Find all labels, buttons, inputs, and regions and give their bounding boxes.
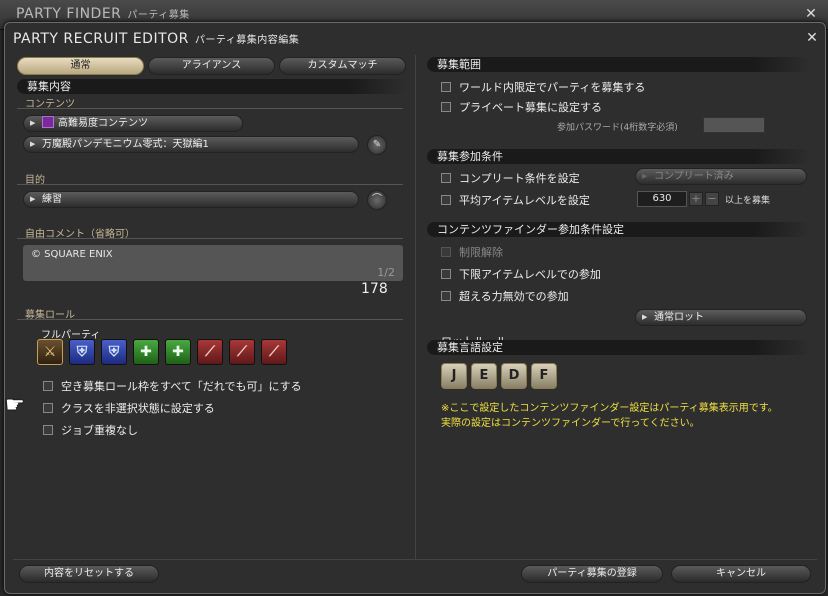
hand-pointer-icon: ☛ [5, 393, 25, 418]
ilvl-suffix: 以上を募集 [725, 196, 771, 206]
option-label: ワールド内限定でパーティを募集する [459, 81, 646, 94]
dps-icon[interactable]: ⟋ [197, 339, 223, 365]
ilvl-input[interactable]: 630 [637, 191, 687, 207]
checkbox [441, 247, 451, 257]
cf-note: ※ここで設定したコンテンツファインダー設定はパーティ募集表示用です。 実際の設定… [441, 401, 778, 431]
tab-custom-match[interactable]: カスタムマッチ [279, 57, 406, 75]
option-label: ジョブ重複なし [61, 424, 138, 437]
dps-icon[interactable]: ⟋ [261, 339, 287, 365]
checkbox[interactable] [441, 82, 451, 92]
tank-icon[interactable]: ⛨ [69, 339, 95, 365]
high-end-duty-icon [42, 116, 54, 128]
option-label: クラスを非選択状態に設定する [61, 402, 215, 415]
purpose-label: 目的 [17, 171, 403, 186]
column-divider [415, 55, 416, 559]
language-buttons: J E D F [441, 363, 557, 389]
tab-normal[interactable]: 通常 [17, 57, 144, 75]
option-label: 平均アイテムレベルを設定 [459, 194, 590, 207]
tank-icon[interactable]: ⛨ [101, 339, 127, 365]
checkbox[interactable] [43, 425, 53, 435]
purpose-select[interactable]: 練習 [23, 191, 359, 208]
content-label: コンテンツ [17, 95, 403, 110]
option-unrestricted: 制限解除 [441, 244, 503, 260]
option-echo-off[interactable]: 超える力無効での参加 [441, 288, 569, 304]
role-header: 募集ロール [17, 306, 403, 321]
checkbox[interactable] [43, 381, 53, 391]
option-label: コンプリート条件を設定 [459, 172, 580, 185]
recruit-editor-window: PARTY RECRUIT EDITOR パーティ募集内容編集 ✕ 通常 アライア… [4, 22, 826, 594]
ilvl-plus-button[interactable]: + [689, 192, 703, 206]
language-j-button[interactable]: J [441, 363, 467, 389]
language-header: 募集言語設定 [427, 340, 811, 355]
loot-rule-select[interactable]: 通常ロット [635, 309, 807, 326]
option-label: 空き募集ロール枠をすべて「だれでも可」にする [61, 380, 302, 393]
window-title: PARTY RECRUIT EDITOR パーティ募集内容編集 [13, 31, 300, 47]
reset-button[interactable]: 内容をリセットする [19, 565, 159, 583]
tab-bar: 通常 アライアンス カスタムマッチ [17, 57, 406, 75]
register-button[interactable]: パーティ募集の登録 [521, 565, 663, 583]
option-label: 制限解除 [459, 246, 503, 259]
checkbox[interactable] [441, 269, 451, 279]
complete-condition-value: コンプリート済み [654, 171, 734, 182]
option-label: プライベート募集に設定する [459, 101, 602, 114]
password-input[interactable] [703, 117, 765, 133]
checkbox[interactable] [441, 195, 451, 205]
language-d-button[interactable]: D [501, 363, 527, 389]
language-e-button[interactable]: E [471, 363, 497, 389]
option-world-only[interactable]: ワールド内限定でパーティを募集する [441, 79, 645, 95]
checkbox[interactable] [441, 102, 451, 112]
party-finder-close-icon[interactable]: ✕ [802, 5, 820, 23]
duty-category-select[interactable]: 高難易度コンテンツ [23, 115, 243, 132]
option-min-ilvl[interactable]: 下限アイテムレベルでの参加 [441, 266, 601, 282]
loot-rule-value: 通常ロット [654, 312, 704, 323]
cf-note-line: ※ここで設定したコンテンツファインダー設定はパーティ募集表示用です。 [441, 403, 778, 414]
comment-char-count: 178 [361, 281, 388, 297]
option-no-class[interactable]: クラスを非選択状態に設定する [43, 400, 215, 416]
comment-input[interactable]: © SQUARE ENIX 1/2 [23, 245, 403, 281]
recruit-header: 募集内容 [17, 79, 407, 94]
tab-alliance[interactable]: アライアンス [148, 57, 275, 75]
footer-divider [13, 559, 817, 560]
comment-text: © SQUARE ENIX [31, 249, 113, 260]
close-icon[interactable]: ✕ [803, 29, 821, 47]
comment-label: 自由コメント（省略可） [17, 225, 403, 240]
checkbox[interactable] [43, 403, 53, 413]
checkbox[interactable] [441, 291, 451, 301]
checkbox[interactable] [441, 173, 451, 183]
option-label: 超える力無効での参加 [459, 290, 569, 303]
duty-name-label: 万魔殿パンデモニウム零式：天獄編1 [42, 139, 209, 150]
complete-condition-select[interactable]: コンプリート済み [635, 168, 807, 185]
language-f-button[interactable]: F [531, 363, 557, 389]
conditions-header: 募集参加条件 [427, 149, 811, 164]
duty-info-icon[interactable]: ✎ [367, 135, 387, 155]
purpose-value: 練習 [42, 194, 62, 205]
option-avg-ilvl[interactable]: 平均アイテムレベルを設定 [441, 192, 590, 208]
purpose-info-icon[interactable]: ⌒ [367, 190, 387, 210]
cf-header: コンテンツファインダー参加条件設定 [427, 222, 811, 237]
duty-category-label: 高難易度コンテンツ [58, 118, 148, 129]
healer-icon[interactable]: ✚ [165, 339, 191, 365]
role-slots: ⚔ ⛨ ⛨ ✚ ✚ ⟋ ⟋ ⟋ [37, 339, 287, 365]
scope-header: 募集範囲 [427, 57, 811, 72]
option-complete-condition[interactable]: コンプリート条件を設定 [441, 170, 580, 186]
ilvl-minus-button[interactable]: − [705, 192, 719, 206]
healer-icon[interactable]: ✚ [133, 339, 159, 365]
option-no-duplicate-jobs[interactable]: ジョブ重複なし [43, 422, 138, 438]
password-label: 参加パスワード(4桁数字必須) [557, 123, 678, 133]
cf-note-line: 実際の設定はコンテンツファインダーで行ってください。 [441, 418, 700, 429]
option-private[interactable]: プライベート募集に設定する [441, 99, 602, 115]
all-roles-icon[interactable]: ⚔ [37, 339, 63, 365]
dps-icon[interactable]: ⟋ [229, 339, 255, 365]
comment-page: 1/2 [377, 266, 395, 279]
duty-select[interactable]: 万魔殿パンデモニウム零式：天獄編1 [23, 136, 359, 153]
cancel-button[interactable]: キャンセル [671, 565, 811, 583]
party-finder-title: PARTY FINDER パーティ募集 [16, 6, 190, 22]
option-any-role[interactable]: 空き募集ロール枠をすべて「だれでも可」にする [43, 378, 302, 394]
option-label: 下限アイテムレベルでの参加 [459, 268, 601, 281]
